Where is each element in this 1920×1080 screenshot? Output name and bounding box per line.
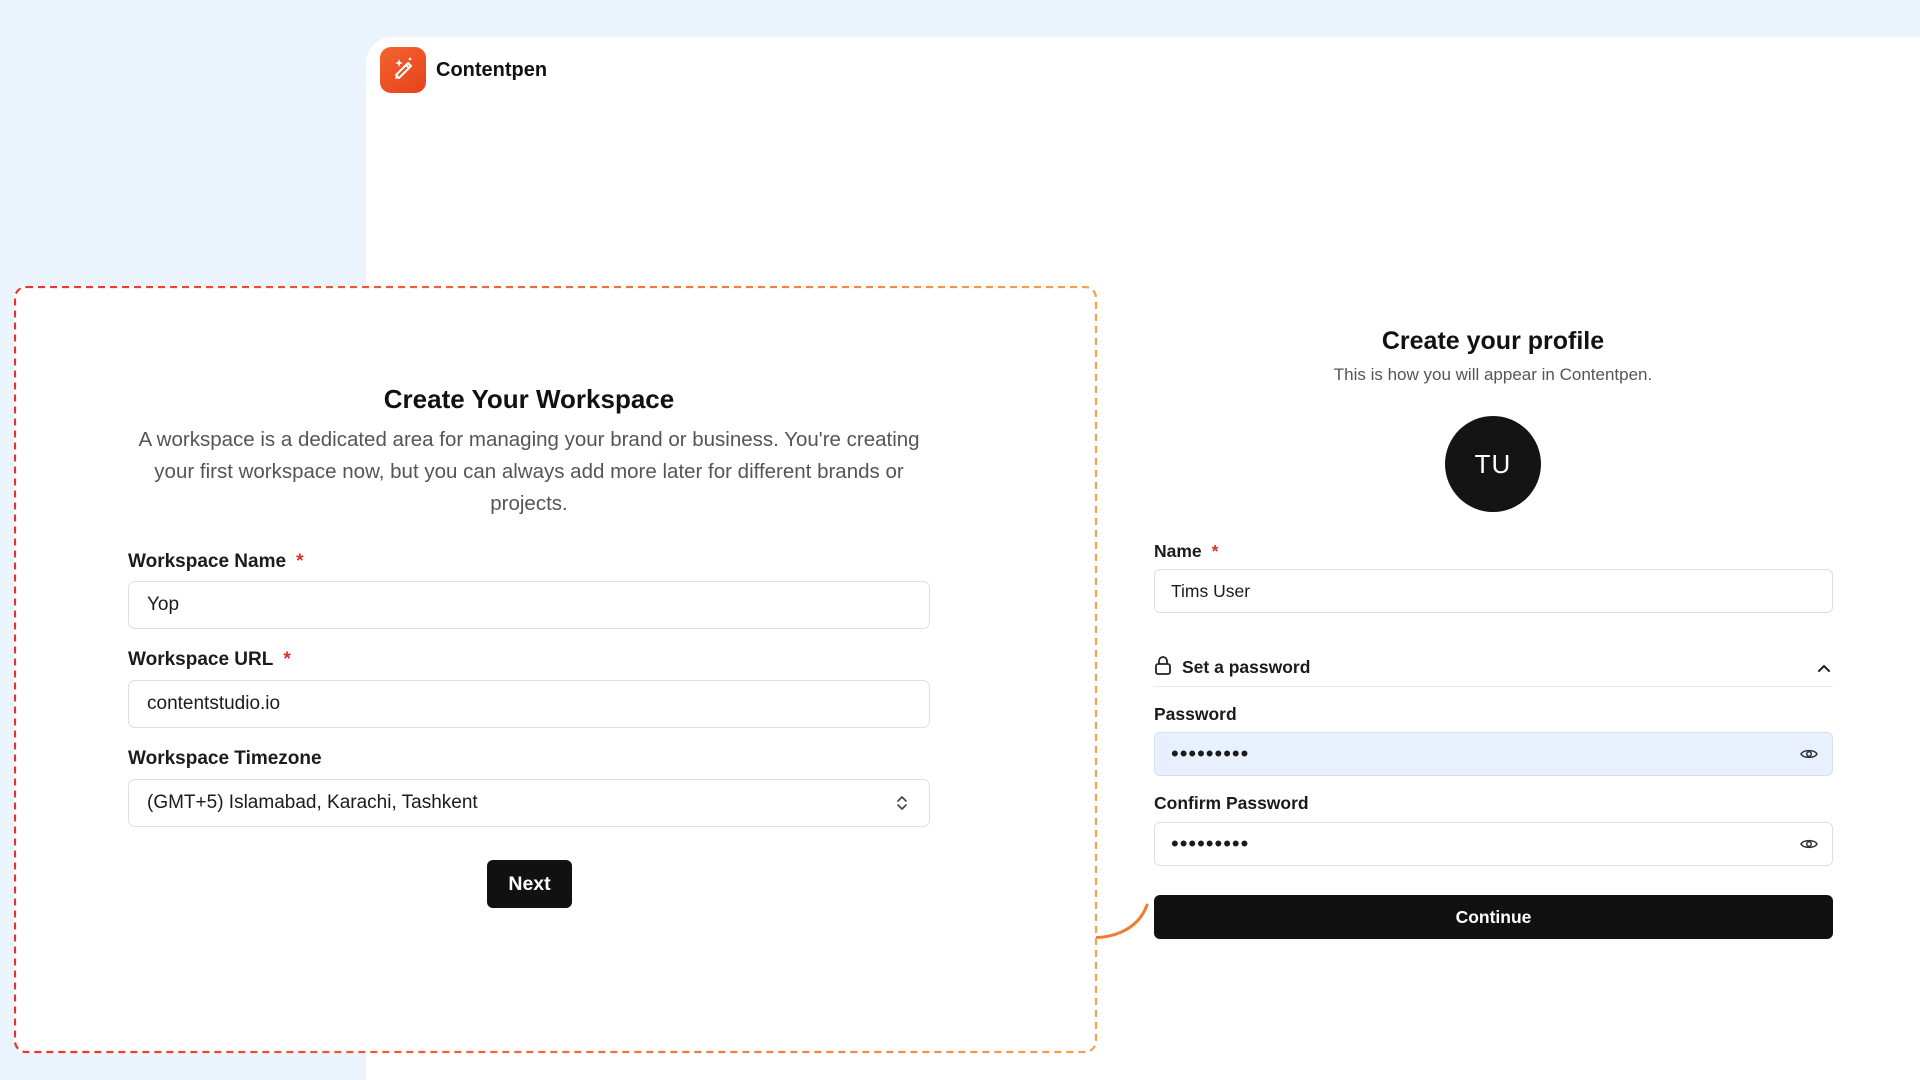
confirm-password-value: ••••••••• [1171, 831, 1250, 856]
workspace-name-value: Yop [147, 594, 180, 615]
profile-subtitle: This is how you will appear in Contentpe… [1333, 365, 1653, 384]
app-name: Contentpen [436, 59, 548, 81]
profile-title: Create your profile [1381, 327, 1605, 355]
workspace-timezone-label: Workspace Timezone [128, 748, 322, 769]
chevron-up-icon [1817, 660, 1831, 678]
name-label-text: Name [1154, 541, 1202, 561]
set-password-label: Set a password [1182, 656, 1311, 677]
workspace-title: Create Your Workspace [383, 384, 675, 414]
required-mark: * [296, 551, 304, 572]
confirm-password-field[interactable]: ••••••••• [1154, 822, 1833, 866]
workspace-url-label: Workspace URL * [128, 648, 291, 672]
workspace-url-value: contentstudio.io [147, 693, 281, 714]
password-field[interactable]: ••••••••• [1154, 732, 1833, 776]
workspace-name-label: Workspace Name * [128, 550, 303, 574]
password-value: ••••••••• [1171, 741, 1250, 766]
app-logo[interactable] [380, 47, 426, 93]
workspace-timezone-value: (GMT+5) Islamabad, Karachi, Tashkent [147, 792, 478, 813]
workspace-url-label-text: Workspace URL [128, 649, 274, 670]
lock-icon [1154, 655, 1172, 680]
workspace-url-input[interactable]: contentstudio.io [128, 680, 930, 728]
avatar[interactable]: TU [1445, 416, 1541, 512]
name-field[interactable]: Tims User [1154, 569, 1833, 613]
name-label: Name * [1154, 540, 1218, 562]
chevron-up-down-icon [895, 793, 909, 819]
workspace-timezone-select[interactable]: (GMT+5) Islamabad, Karachi, Tashkent [128, 779, 930, 827]
name-field-value: Tims User [1171, 580, 1251, 601]
eye-icon[interactable] [1800, 836, 1818, 857]
required-mark: * [1211, 541, 1219, 561]
required-mark: * [283, 649, 291, 670]
next-button[interactable]: Next [487, 860, 572, 908]
set-password-toggle[interactable]: Set a password [1154, 648, 1833, 687]
confirm-password-label: Confirm Password [1154, 793, 1309, 813]
eye-icon[interactable] [1800, 746, 1818, 767]
workspace-name-input[interactable]: Yop [128, 581, 930, 629]
avatar-initials: TU [1474, 448, 1512, 479]
workspace-name-label-text: Workspace Name [128, 551, 287, 572]
workspace-description: A workspace is a dedicated area for mana… [138, 428, 920, 515]
continue-button[interactable]: Continue [1154, 895, 1833, 939]
password-label: Password [1154, 704, 1237, 724]
pen-sparkle-icon [390, 55, 416, 86]
